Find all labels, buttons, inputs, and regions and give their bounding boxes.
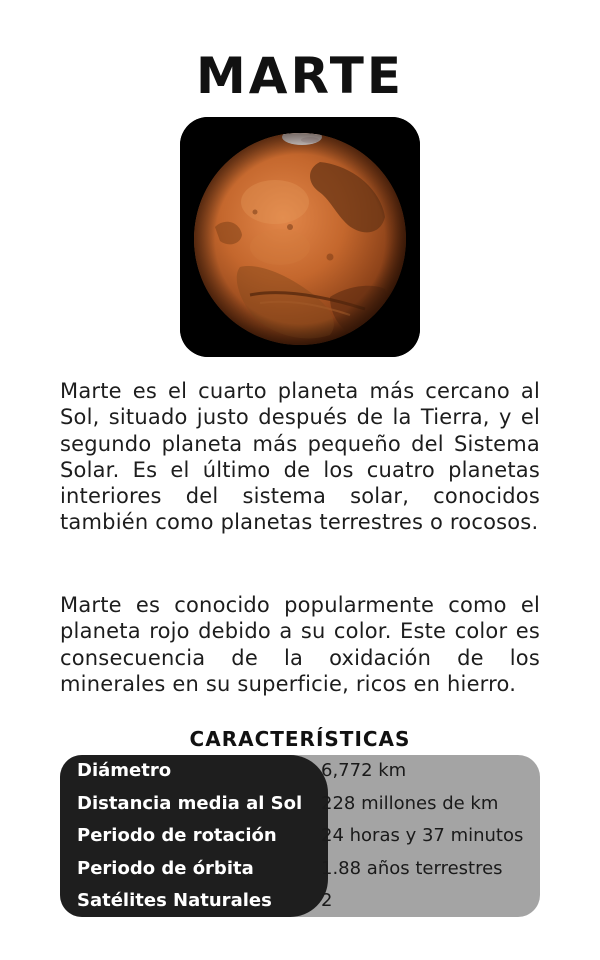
description-paragraph-2: Marte es conocido popularmente como el p… — [60, 593, 540, 696]
row-value: 24 horas y 37 minutos — [321, 825, 524, 846]
planet-image — [180, 117, 420, 357]
table-row: Distancia media al Sol 228 millones de k… — [60, 788, 540, 820]
mars-planet-illustration — [180, 117, 420, 357]
table-row: Periodo de órbita 1.88 años terrestres — [60, 853, 540, 885]
table-row: Diámetro 6,772 km — [60, 755, 540, 787]
row-label: Periodo de órbita — [77, 857, 254, 879]
table-row: Periodo de rotación 24 horas y 37 minuto… — [60, 820, 540, 852]
row-value: 228 millones de km — [321, 792, 499, 814]
row-label: Diámetro — [77, 760, 172, 781]
characteristics-table: Diámetro 6,772 km Distancia media al Sol… — [60, 755, 540, 917]
row-label: Periodo de rotación — [77, 825, 277, 846]
page-title: MARTE — [196, 47, 404, 105]
table-row: Satélites Naturales 2 — [60, 885, 540, 917]
row-label: Distancia media al Sol — [77, 792, 303, 814]
row-value: 1.88 años terrestres — [321, 857, 503, 879]
row-value: 2 — [321, 890, 333, 911]
row-label: Satélites Naturales — [77, 890, 272, 911]
description-paragraph-1: Marte es el cuarto planeta más cercano a… — [60, 379, 540, 535]
characteristics-heading: CARACTERÍSTICAS — [189, 727, 411, 751]
row-value: 6,772 km — [321, 760, 407, 781]
